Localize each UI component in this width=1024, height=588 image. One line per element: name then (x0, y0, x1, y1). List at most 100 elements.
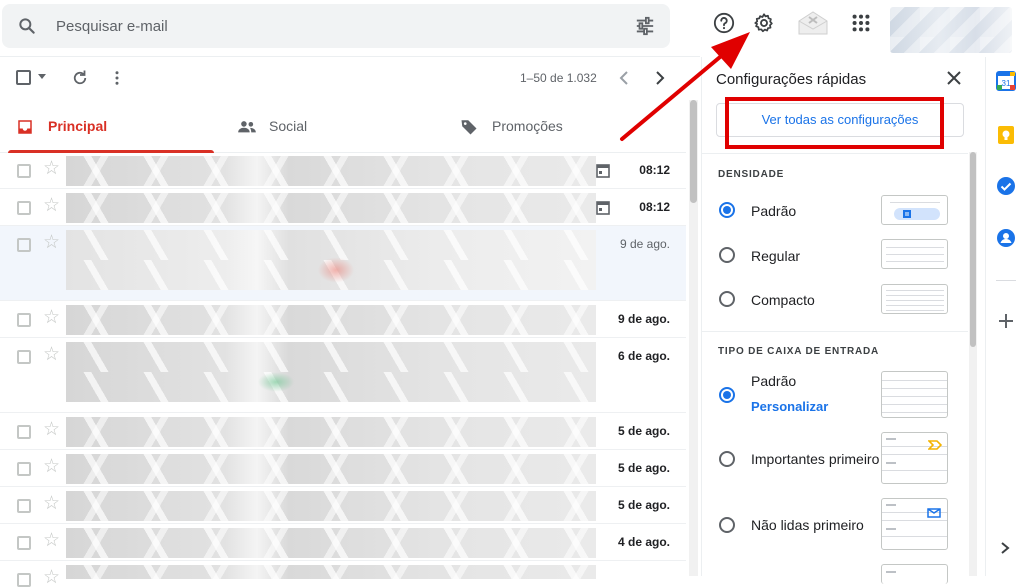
star-icon[interactable]: ☆ (43, 345, 60, 364)
inbox-option-padrao[interactable]: Padrão Personalizar (718, 371, 968, 421)
email-date: 9 de ago. (617, 312, 670, 326)
option-label: Regular (751, 248, 801, 264)
divider (702, 331, 968, 332)
pagination-range: 1–50 de 1.032 (520, 71, 597, 85)
density-option-regular[interactable]: Regular (718, 239, 968, 273)
search-bar[interactable] (2, 4, 670, 48)
inbox-preview-image (881, 498, 948, 550)
select-all-checkbox[interactable] (16, 70, 31, 85)
density-option-padrao[interactable]: Padrão (718, 195, 968, 229)
add-addon-icon[interactable] (996, 311, 1016, 336)
customize-link[interactable]: Personalizar (751, 399, 828, 414)
search-icon[interactable] (17, 16, 37, 41)
scrollbar-thumb[interactable] (690, 100, 697, 203)
email-row[interactable]: ☆ (0, 561, 686, 587)
tag-icon (460, 118, 478, 141)
row-checkbox[interactable] (17, 313, 31, 327)
density-preview-image (881, 284, 948, 314)
email-row[interactable]: ☆ 9 de ago. (0, 301, 686, 338)
row-checkbox[interactable] (17, 536, 31, 550)
expand-panel-icon[interactable] (999, 541, 1011, 560)
option-label: Não lidas primeiro (751, 517, 864, 533)
row-checkbox[interactable] (17, 238, 31, 252)
email-date: 5 de ago. (617, 424, 670, 438)
email-row[interactable]: ☆ 08:12 (0, 152, 686, 189)
star-icon[interactable]: ☆ (43, 531, 60, 550)
inbox-preview-image (881, 371, 948, 418)
category-tabs: Principal Social Promoções (0, 101, 686, 153)
keep-icon[interactable] (996, 125, 1016, 150)
radio-button[interactable] (719, 451, 735, 467)
star-icon[interactable]: ☆ (43, 159, 60, 178)
scrollbar-thumb[interactable] (970, 152, 976, 347)
email-row[interactable]: ☆ 5 de ago. (0, 487, 686, 524)
email-date: 4 de ago. (617, 535, 670, 549)
redacted-content (66, 230, 596, 290)
previous-page-icon[interactable] (617, 70, 631, 91)
tab-social[interactable]: Social (229, 101, 439, 153)
email-row[interactable]: ☆ 5 de ago. (0, 413, 686, 450)
highlight-box-annotation (725, 97, 944, 149)
close-icon[interactable] (946, 70, 962, 91)
star-icon[interactable]: ☆ (43, 457, 60, 476)
calendar-app-icon[interactable]: 31 (996, 71, 1016, 96)
search-input[interactable] (54, 14, 574, 38)
email-row[interactable]: ☆ 6 de ago. (0, 338, 686, 413)
apps-grid-icon[interactable] (850, 12, 872, 39)
star-icon[interactable]: ☆ (43, 196, 60, 215)
row-checkbox[interactable] (17, 462, 31, 476)
email-date: 08:12 (639, 200, 670, 214)
option-label: Padrão (751, 203, 797, 219)
radio-button[interactable] (719, 247, 735, 263)
main-scrollbar[interactable] (689, 100, 698, 576)
radio-button[interactable] (719, 517, 735, 533)
help-icon[interactable] (713, 12, 735, 39)
option-label: Compacto (751, 292, 815, 308)
inbox-option-importantes-primeiro[interactable]: Importantes primeiro (718, 432, 968, 487)
tasks-icon[interactable] (996, 176, 1016, 201)
radio-button[interactable] (719, 387, 735, 403)
divider (996, 280, 1016, 281)
density-option-compacto[interactable]: Compacto (718, 284, 968, 318)
email-row[interactable]: ☆ 5 de ago. (0, 450, 686, 487)
next-page-icon[interactable] (653, 70, 667, 91)
tab-principal[interactable]: Principal (8, 101, 214, 153)
row-checkbox[interactable] (17, 499, 31, 513)
gear-icon[interactable] (753, 12, 775, 39)
svg-text:31: 31 (1002, 79, 1011, 88)
tab-promocoes[interactable]: Promoções (452, 101, 672, 153)
email-date: 5 de ago. (617, 461, 670, 475)
star-icon[interactable]: ☆ (43, 568, 60, 587)
star-icon[interactable]: ☆ (43, 308, 60, 327)
redacted-content (66, 528, 596, 558)
row-checkbox[interactable] (17, 573, 31, 587)
row-checkbox[interactable] (17, 164, 31, 178)
star-icon[interactable]: ☆ (43, 420, 60, 439)
contacts-icon[interactable] (996, 228, 1016, 253)
refresh-icon[interactable] (71, 69, 89, 92)
select-dropdown-icon[interactable] (38, 74, 46, 79)
email-row[interactable]: ☆ 9 de ago. (0, 226, 686, 301)
row-checkbox[interactable] (17, 425, 31, 439)
star-icon[interactable]: ☆ (43, 494, 60, 513)
inbox-preview-image (881, 564, 948, 584)
row-checkbox[interactable] (17, 201, 31, 215)
inbox-type-heading: TIPO DE CAIXA DE ENTRADA (718, 346, 880, 357)
radio-button[interactable] (719, 202, 735, 218)
radio-button[interactable] (719, 291, 735, 307)
density-preview-image (881, 195, 948, 225)
tab-label: Promoções (492, 118, 563, 134)
redacted-content (66, 305, 596, 335)
panel-title: Configurações rápidas (716, 71, 867, 88)
search-options-icon[interactable] (634, 16, 656, 41)
account-avatar[interactable] (890, 7, 1012, 53)
email-row[interactable]: ☆ 4 de ago. (0, 524, 686, 561)
row-checkbox[interactable] (17, 350, 31, 364)
envelope-icon[interactable] (797, 10, 829, 41)
inbox-option-nao-lidas-primeiro[interactable]: Não lidas primeiro (718, 498, 968, 553)
email-row[interactable]: ☆ 08:12 (0, 189, 686, 226)
star-icon[interactable]: ☆ (43, 233, 60, 252)
more-options-icon[interactable] (110, 69, 124, 92)
panel-scrollbar[interactable] (969, 152, 977, 576)
option-label: Padrão (751, 373, 797, 389)
